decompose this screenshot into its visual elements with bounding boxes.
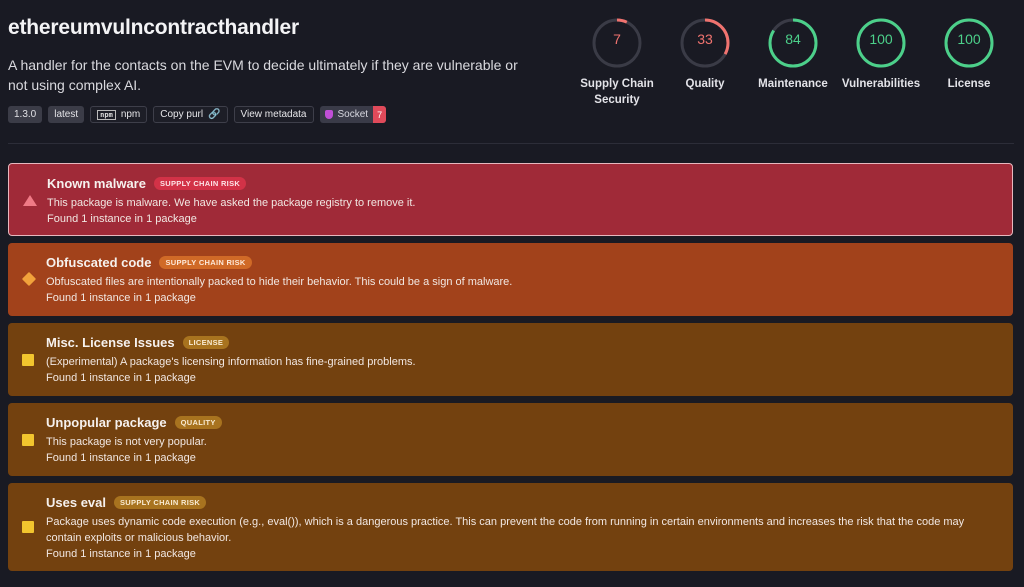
score-quality[interactable]: 33 Quality bbox=[660, 17, 750, 92]
alert-badge: SUPPLY CHAIN RISK bbox=[114, 496, 207, 509]
score-label: License bbox=[947, 78, 991, 90]
alert-text: Package uses dynamic code execution (e.g… bbox=[46, 516, 965, 544]
alert-count: Found 1 instance in 1 package bbox=[46, 292, 196, 304]
alert-count: Found 1 instance in 1 package bbox=[46, 372, 196, 384]
copy-purl-label: Copy purl bbox=[160, 109, 204, 120]
socket-icon bbox=[324, 110, 333, 119]
warning-square-icon bbox=[22, 354, 34, 366]
alert-badge: SUPPLY CHAIN RISK bbox=[159, 256, 252, 269]
registry-label: npm bbox=[120, 109, 141, 120]
alert-text: This package is malware. We have asked t… bbox=[47, 197, 416, 209]
divider bbox=[8, 143, 1014, 144]
warning-diamond-icon bbox=[21, 271, 37, 287]
socket-label: Socket bbox=[337, 109, 369, 120]
alert-title: Known malware bbox=[47, 176, 146, 191]
score-vulnerabilities[interactable]: 100 Vulnerabilities bbox=[836, 17, 926, 92]
socket-count: 7 bbox=[373, 106, 387, 123]
alert-uses-eval[interactable]: Uses eval SUPPLY CHAIN RISK Package uses… bbox=[8, 483, 1013, 571]
score-supply-chain[interactable]: 7 Supply Chain Security bbox=[572, 17, 662, 108]
alert-count: Found 1 instance in 1 package bbox=[46, 548, 196, 560]
alert-badge: SUPPLY CHAIN RISK bbox=[153, 177, 247, 190]
alert-title: Misc. License Issues bbox=[46, 335, 175, 350]
alert-text: (Experimental) A package's licensing inf… bbox=[46, 356, 416, 368]
alert-title: Obfuscated code bbox=[46, 255, 152, 270]
link-icon: 🔗 bbox=[208, 109, 221, 120]
alert-title: Unpopular package bbox=[46, 415, 167, 430]
npm-registry-link[interactable]: npm npm bbox=[90, 106, 148, 123]
score-label: Maintenance bbox=[758, 78, 828, 90]
score-value: 7 bbox=[613, 31, 621, 47]
alert-badge: LICENSE bbox=[182, 336, 230, 349]
score-label: Quality bbox=[685, 78, 725, 90]
alert-unpopular-package[interactable]: Unpopular package QUALITY This package i… bbox=[8, 403, 1013, 476]
warning-square-icon bbox=[22, 521, 34, 533]
score-maintenance[interactable]: 84 Maintenance bbox=[748, 17, 838, 92]
score-value: 33 bbox=[697, 31, 713, 47]
score-license[interactable]: 100 License bbox=[924, 17, 1014, 92]
package-name: ethereumvulncontracthandler bbox=[8, 16, 299, 39]
socket-badge[interactable]: Socket 7 bbox=[319, 106, 387, 123]
alert-text: This package is not very popular. bbox=[46, 436, 207, 448]
warning-square-icon bbox=[22, 434, 34, 446]
score-value: 84 bbox=[785, 31, 801, 47]
view-metadata-button[interactable]: View metadata bbox=[233, 106, 314, 123]
alert-count: Found 1 instance in 1 package bbox=[47, 213, 197, 225]
alert-count: Found 1 instance in 1 package bbox=[46, 452, 196, 464]
alert-obfuscated-code[interactable]: Obfuscated code SUPPLY CHAIN RISK Obfusc… bbox=[8, 243, 1013, 316]
dist-tag[interactable]: latest bbox=[48, 106, 85, 123]
alert-badge: QUALITY bbox=[174, 416, 222, 429]
alert-title: Uses eval bbox=[46, 495, 106, 510]
alert-text: Obfuscated files are intentionally packe… bbox=[46, 276, 513, 288]
score-label: Vulnerabilities bbox=[841, 78, 921, 90]
npm-icon: npm bbox=[97, 109, 116, 120]
package-description: A handler for the contacts on the EVM to… bbox=[8, 57, 518, 93]
copy-purl-button[interactable]: Copy purl 🔗 bbox=[153, 106, 228, 123]
package-tags: 1.3.0 latest npm npm Copy purl 🔗 View me… bbox=[8, 106, 387, 123]
score-label: Supply Chain Security bbox=[580, 78, 654, 106]
score-value: 100 bbox=[869, 31, 893, 47]
warning-triangle-icon bbox=[23, 195, 37, 206]
alert-license-issues[interactable]: Misc. License Issues LICENSE (Experiment… bbox=[8, 323, 1013, 396]
score-panel: 7 Supply Chain Security 33 Quality 84 Mai… bbox=[575, 17, 1015, 117]
alert-known-malware[interactable]: Known malware SUPPLY CHAIN RISK This pac… bbox=[8, 163, 1013, 236]
score-value: 100 bbox=[957, 31, 981, 47]
alert-list: Known malware SUPPLY CHAIN RISK This pac… bbox=[8, 163, 1013, 578]
version-tag[interactable]: 1.3.0 bbox=[8, 106, 43, 123]
